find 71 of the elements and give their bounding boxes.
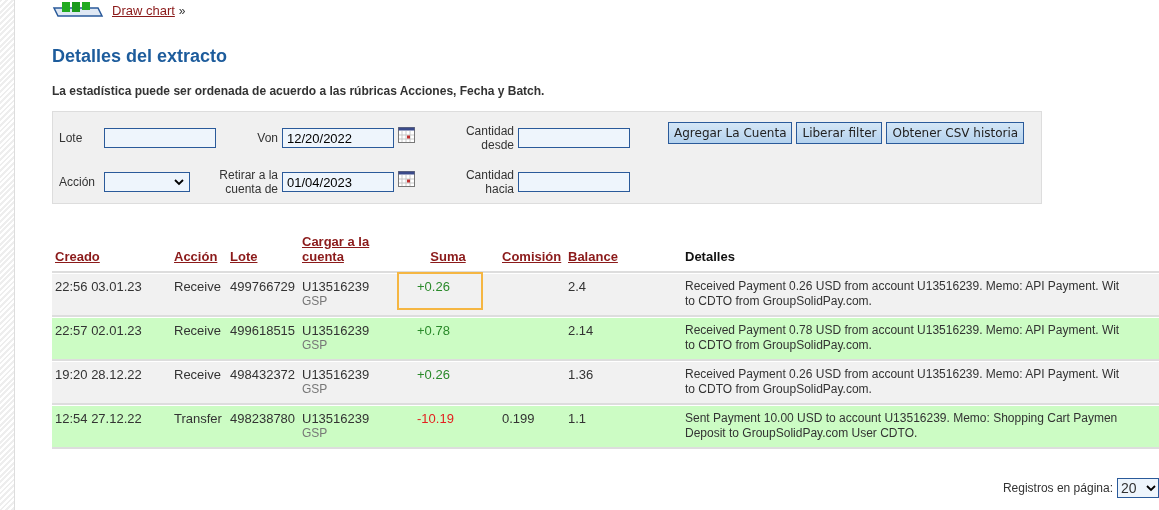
table-cell: 499618515 bbox=[230, 323, 296, 338]
date-field[interactable]: 12/20/2022 bbox=[282, 128, 394, 148]
column-header-link[interactable]: Acción bbox=[174, 249, 218, 264]
details-text: Received Payment 0.78 USD from account U13516239. Memo: API Payment. Wit bbox=[685, 323, 1121, 338]
date-field[interactable]: 01/04/2023 bbox=[282, 172, 394, 192]
table-cell: 2.14 bbox=[568, 323, 594, 338]
table-cell-text: U13516239 bbox=[302, 411, 371, 426]
table-cell-text: GSP bbox=[302, 426, 329, 441]
table-cell: 1.1 bbox=[568, 411, 587, 426]
column-header-link[interactable]: Comisión bbox=[502, 249, 562, 264]
filter-label: Retirar a la cuenta de bbox=[218, 168, 278, 196]
details-text: Deposit to GroupSolidPay.com User CDTO. bbox=[685, 426, 919, 441]
details-text: to CDTO from GroupSolidPay.com. bbox=[685, 294, 873, 309]
page-size-label: Registros en página: bbox=[1002, 481, 1113, 495]
table-cell: 2.4 bbox=[568, 279, 587, 294]
table-cell: 498238780 bbox=[230, 411, 296, 426]
table-cell: 12:54 27.12.22 bbox=[55, 411, 142, 426]
chevron-down-icon bbox=[174, 178, 184, 186]
table-cell-text: GSP bbox=[302, 382, 329, 397]
column-header-link[interactable]: Lote bbox=[230, 249, 258, 264]
draw-chart-link[interactable]: Draw chart bbox=[112, 3, 175, 18]
column-header-link[interactable]: Suma bbox=[430, 249, 466, 264]
column-header-link[interactable]: Balance bbox=[568, 249, 618, 264]
details-text: to CDTO from GroupSolidPay.com. bbox=[685, 382, 873, 397]
amount-cell: +0.78 bbox=[417, 323, 450, 338]
calendar-icon[interactable] bbox=[398, 171, 415, 187]
filter-label: Cantidad hacia bbox=[464, 168, 514, 196]
column-header-link[interactable]: Creado bbox=[55, 249, 100, 264]
action-button[interactable]: Obtener CSV historia bbox=[886, 122, 1025, 144]
details-text: Received Payment 0.26 USD from account U13516239. Memo: API Payment. Wit bbox=[685, 279, 1121, 294]
sort-note: La estadística puede ser ordenada de acuerdo a las rúbricas Acciones, Fecha y Batch. bbox=[52, 84, 546, 98]
table-cell: Receive bbox=[174, 279, 221, 294]
details-text: to CDTO from GroupSolidPay.com. bbox=[685, 338, 873, 353]
chevron-down-icon bbox=[1146, 484, 1156, 492]
input-field[interactable] bbox=[518, 172, 630, 192]
table-cell: 499766729 bbox=[230, 279, 296, 294]
bar-chart-icon bbox=[52, 2, 104, 18]
page-size-dropdown[interactable]: 20 bbox=[1117, 478, 1159, 498]
action-dropdown[interactable] bbox=[104, 172, 190, 192]
filter-label: Von bbox=[256, 131, 278, 145]
filter-label: Lote bbox=[59, 131, 84, 145]
filter-label: Cantidad desde bbox=[464, 124, 514, 152]
input-field[interactable] bbox=[518, 128, 630, 148]
table-cell: 19:20 28.12.22 bbox=[55, 367, 142, 382]
amount-cell: +0.26 bbox=[417, 367, 450, 382]
arrow-mark: » bbox=[178, 4, 186, 18]
action-button[interactable]: Liberar filter bbox=[796, 122, 883, 144]
details-text: Sent Payment 10.00 USD to account U13516239. Memo: Shopping Cart Paymen bbox=[685, 411, 1119, 426]
section-title: Detalles del extracto bbox=[52, 46, 229, 67]
table-cell: Transfer bbox=[174, 411, 222, 426]
table-cell: 22:56 03.01.23 bbox=[55, 279, 142, 294]
table-cell-text: U13516239 bbox=[302, 367, 371, 382]
amount-cell: -10.19 bbox=[417, 411, 454, 426]
table-cell: Receive bbox=[174, 323, 221, 338]
table-cell: 498432372 bbox=[230, 367, 296, 382]
table-cell: 0.199 bbox=[502, 411, 535, 426]
amount-cell: +0.26 bbox=[417, 279, 450, 294]
table-cell: 1.36 bbox=[568, 367, 594, 382]
table-cell-text: GSP bbox=[302, 294, 329, 309]
column-header-link[interactable]: Cargar a la cuenta bbox=[302, 234, 394, 264]
input-field[interactable] bbox=[104, 128, 216, 148]
table-cell: 22:57 02.01.23 bbox=[55, 323, 142, 338]
filter-label: Acción bbox=[59, 175, 97, 189]
table-cell: Receive bbox=[174, 367, 221, 382]
table-cell-text: U13516239 bbox=[302, 279, 371, 294]
column-header: Detalles bbox=[685, 249, 735, 264]
calendar-icon[interactable] bbox=[398, 127, 415, 143]
table-cell-text: U13516239 bbox=[302, 323, 371, 338]
table-cell-text: GSP bbox=[302, 338, 329, 353]
details-text: Received Payment 0.26 USD from account U13516239. Memo: API Payment. Wit bbox=[685, 367, 1121, 382]
action-button[interactable]: Agregar La Cuenta bbox=[668, 122, 793, 144]
